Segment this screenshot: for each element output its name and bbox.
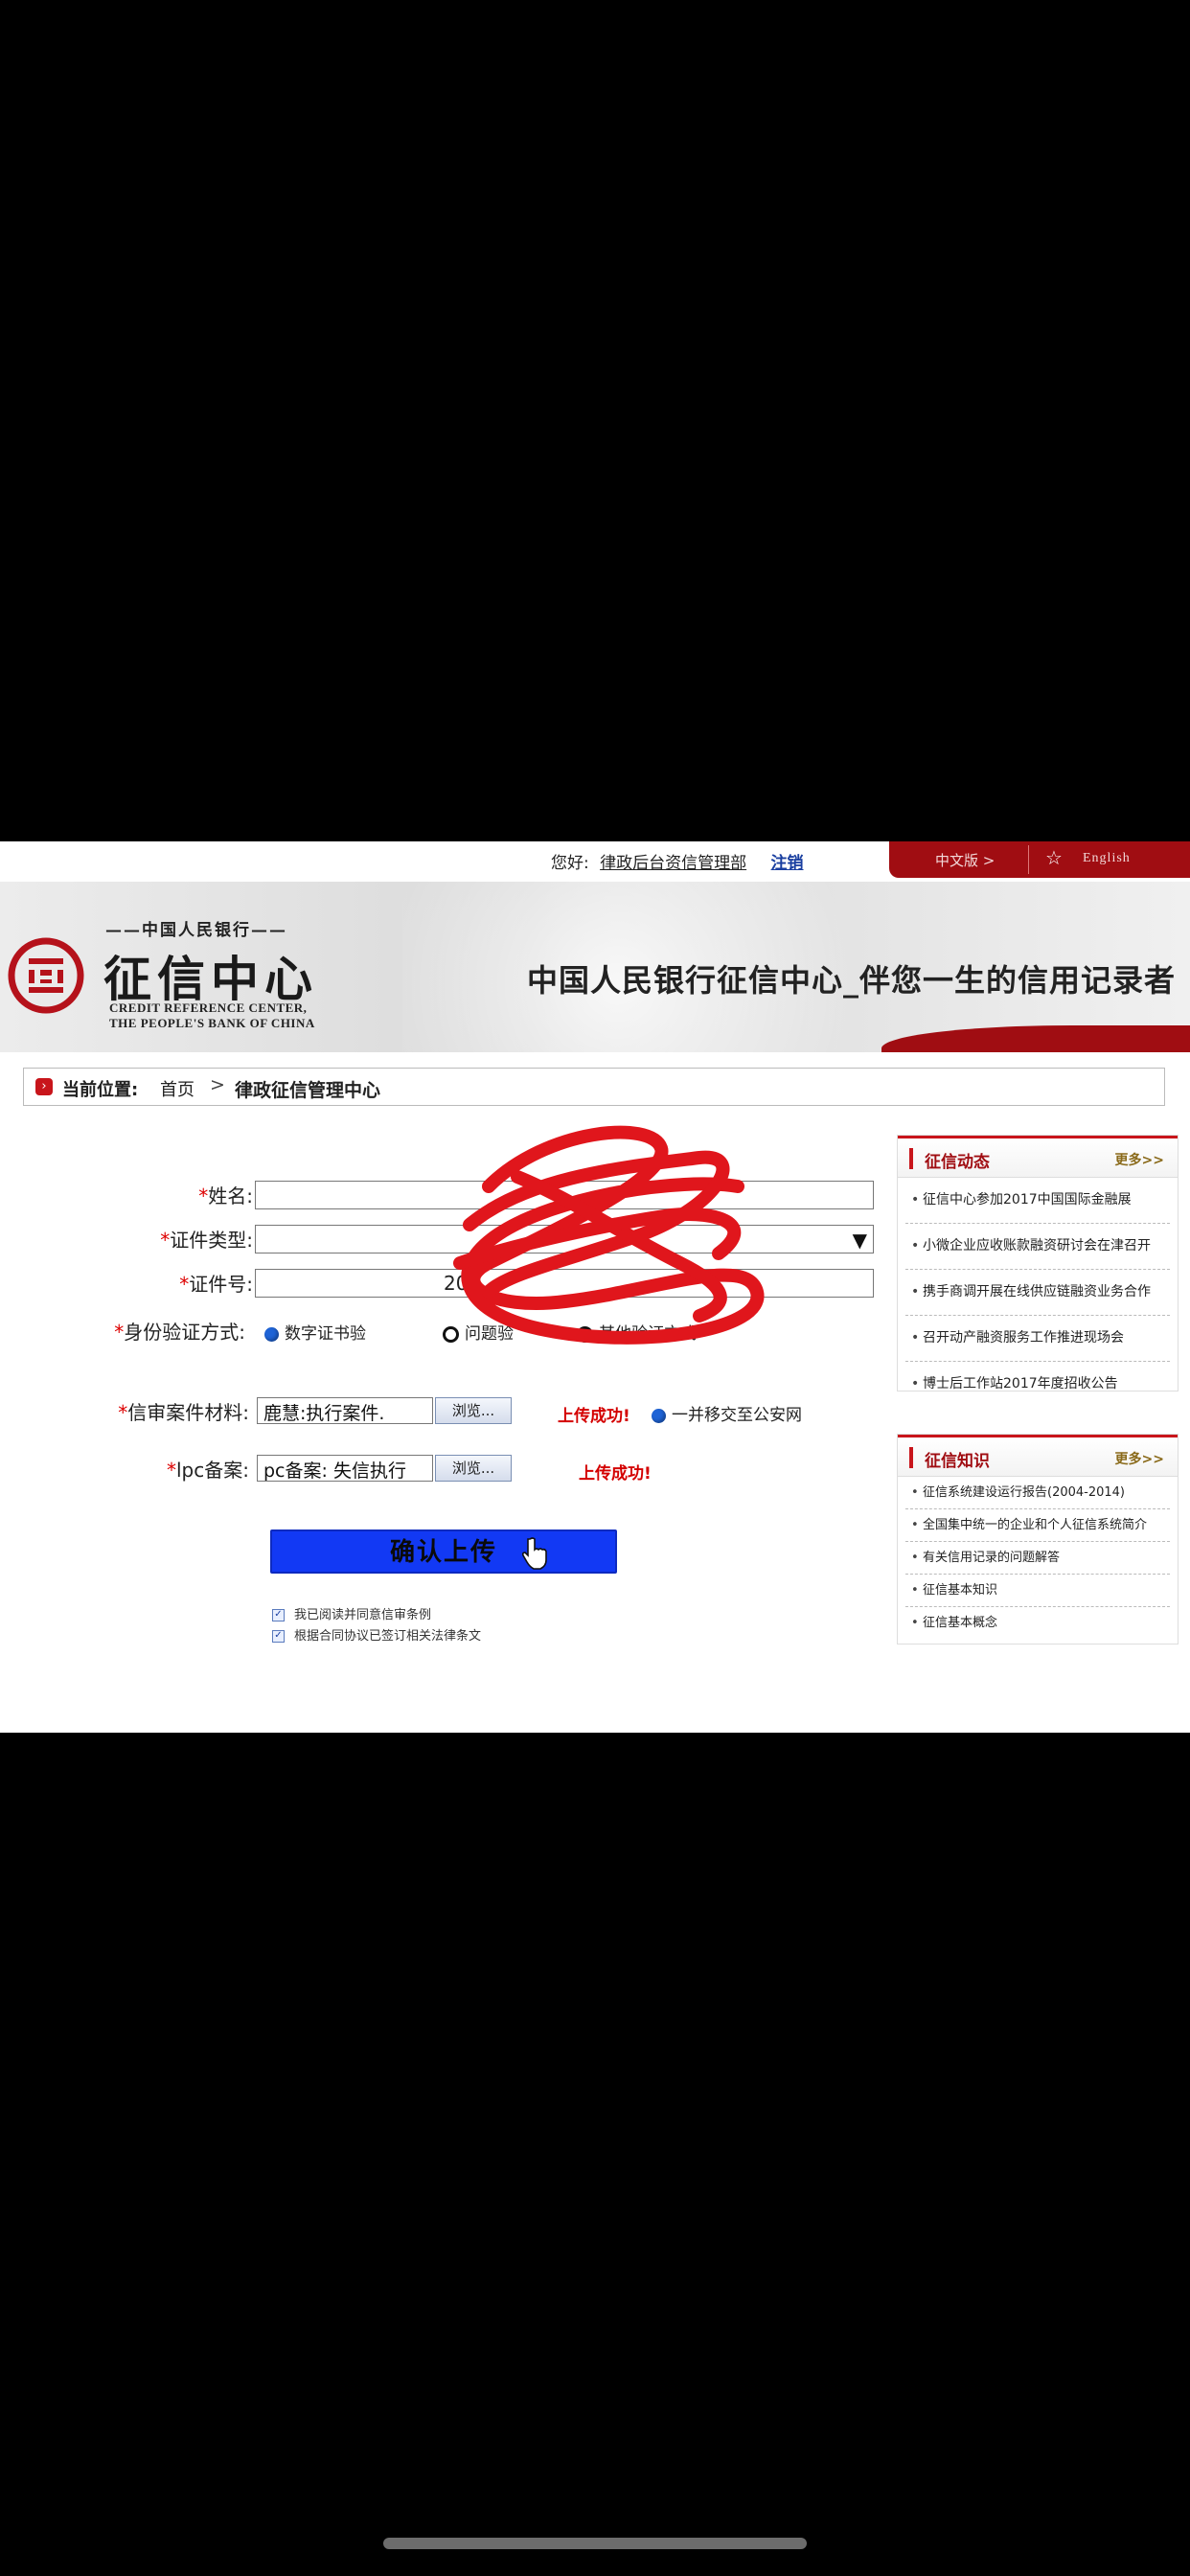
material-file-input[interactable]: 鹿慧:执行案件. xyxy=(257,1397,433,1424)
logout-link[interactable]: 注销 xyxy=(771,854,804,873)
radio-selected-icon xyxy=(652,1408,666,1423)
news-item[interactable]: 征信中心参加2017中国国际金融展 xyxy=(905,1178,1170,1224)
knowledge-list: 征信系统建设运行报告(2004-2014) 全国集中统一的企业和个人征信系统简介… xyxy=(898,1477,1178,1639)
material-label: *信审案件材料: xyxy=(118,1401,249,1424)
knowledge-item[interactable]: 有关信用记录的问题解答 xyxy=(905,1542,1170,1575)
site-header: ——中国人民银行—— 征信中心 CREDIT REFERENCE CENTER,… xyxy=(0,882,1190,1052)
chevron-right-icon: > xyxy=(210,1074,225,1095)
material-browse-button[interactable]: 浏览... xyxy=(435,1397,512,1424)
lang-english-link[interactable]: English xyxy=(1083,851,1131,866)
agreement-row-2[interactable]: ✓ 根据合同协议已签订相关法律条文 xyxy=(272,1625,481,1644)
name-label: *姓名: xyxy=(198,1184,253,1208)
breadcrumb-current: 律政征信管理中心 xyxy=(235,1080,381,1101)
knowledge-item[interactable]: 征信基本知识 xyxy=(905,1575,1170,1607)
lang-chinese-link[interactable]: 中文版 > xyxy=(935,850,995,870)
language-bar: 中文版 > ☆ English xyxy=(889,841,1190,878)
radio-selected-icon xyxy=(264,1326,279,1342)
user-bar: 您好: 律政后台资信管理部 注销 xyxy=(551,849,804,873)
ipc-file-input[interactable]: pc备案: 失信执行 xyxy=(257,1455,433,1482)
auth-option-cert[interactable]: 数字证书验 xyxy=(264,1320,366,1344)
id-type-label: *证件类型: xyxy=(160,1229,253,1252)
panel-accent-bar xyxy=(909,1447,913,1468)
knowledge-item[interactable]: 全国集中统一的企业和个人征信系统简介 xyxy=(905,1509,1170,1542)
logo-english-line1: CREDIT REFERENCE CENTER, xyxy=(109,1000,308,1015)
logo-english-line2: THE PEOPLE'S BANK OF CHINA xyxy=(109,1016,315,1030)
star-icon: ☆ xyxy=(1045,846,1063,869)
knowledge-panel: 征信知识 更多>> 征信系统建设运行报告(2004-2014) 全国集中统一的企… xyxy=(897,1434,1179,1644)
news-panel-title: 征信动态 xyxy=(925,1153,990,1172)
ipc-upload-status: 上传成功! xyxy=(579,1464,652,1484)
agreement-row-1[interactable]: ✓ 我已阅读并同意信审条例 xyxy=(272,1604,431,1622)
checkbox-checked-icon[interactable]: ✓ xyxy=(272,1630,285,1643)
news-item[interactable]: 携手商调开展在线供应链融资业务合作 xyxy=(905,1270,1170,1316)
hand-cursor-icon xyxy=(522,1537,547,1570)
panel-accent-bar xyxy=(909,1148,913,1169)
knowledge-item[interactable]: 征信基本概念 xyxy=(905,1607,1170,1639)
news-panel-header: 征信动态 更多>> xyxy=(898,1136,1178,1178)
breadcrumb-label: 当前位置: xyxy=(62,1080,139,1100)
ipc-label: *lpc备案: xyxy=(167,1459,249,1482)
checkbox-checked-icon[interactable]: ✓ xyxy=(272,1609,285,1622)
user-name-link[interactable]: 律政后台资信管理部 xyxy=(600,854,746,873)
knowledge-panel-header: 征信知识 更多>> xyxy=(898,1435,1178,1477)
news-item[interactable]: 召开动产融资服务工作推进现场会 xyxy=(905,1316,1170,1362)
header-slogan: 中国人民银行征信中心_伴您一生的信用记录者 xyxy=(527,962,1177,999)
news-panel: 征信动态 更多>> 征信中心参加2017中国国际金融展 小微企业应收账款融资研讨… xyxy=(897,1135,1179,1407)
breadcrumb: › 当前位置: 首页 > 律政征信管理中心 xyxy=(23,1068,1165,1106)
logo-small-text: ——中国人民银行—— xyxy=(105,921,287,940)
knowledge-item[interactable]: 征信系统建设运行报告(2004-2014) xyxy=(905,1477,1170,1509)
red-scribble-redaction xyxy=(453,1125,765,1345)
lang-divider xyxy=(1028,845,1029,874)
ipc-browse-button[interactable]: 浏览... xyxy=(435,1455,512,1482)
news-item[interactable]: 小微企业应收账款融资研讨会在津召开 xyxy=(905,1224,1170,1270)
browser-page: ——中国人民银行—— 征信中心 CREDIT REFERENCE CENTER,… xyxy=(0,841,1190,1733)
header-red-curve xyxy=(881,1025,1190,1052)
location-arrow-icon: › xyxy=(35,1078,53,1095)
credit-center-logo-icon xyxy=(8,937,84,1014)
news-item[interactable]: 博士后工作站2017年度招收公告 xyxy=(905,1362,1170,1407)
greeting-label: 您好: xyxy=(551,854,589,873)
news-list: 征信中心参加2017中国国际金融展 小微企业应收账款融资研讨会在津召开 携手商调… xyxy=(898,1178,1178,1407)
breadcrumb-home-link[interactable]: 首页 xyxy=(160,1076,195,1101)
transfer-option[interactable]: 一并移交至公安网 xyxy=(652,1401,802,1425)
home-indicator[interactable] xyxy=(383,2538,807,2549)
knowledge-panel-title: 征信知识 xyxy=(925,1452,990,1471)
news-more-link[interactable]: 更多>> xyxy=(1115,1150,1164,1169)
knowledge-more-link[interactable]: 更多>> xyxy=(1115,1449,1164,1468)
confirm-upload-button[interactable]: 确认上传 xyxy=(270,1530,617,1574)
auth-method-label: *身份验证方式: xyxy=(114,1321,245,1344)
id-number-label: *证件号: xyxy=(179,1273,253,1296)
dropdown-arrow-icon: ▼ xyxy=(852,1229,867,1252)
material-upload-status: 上传成功! xyxy=(558,1407,630,1426)
